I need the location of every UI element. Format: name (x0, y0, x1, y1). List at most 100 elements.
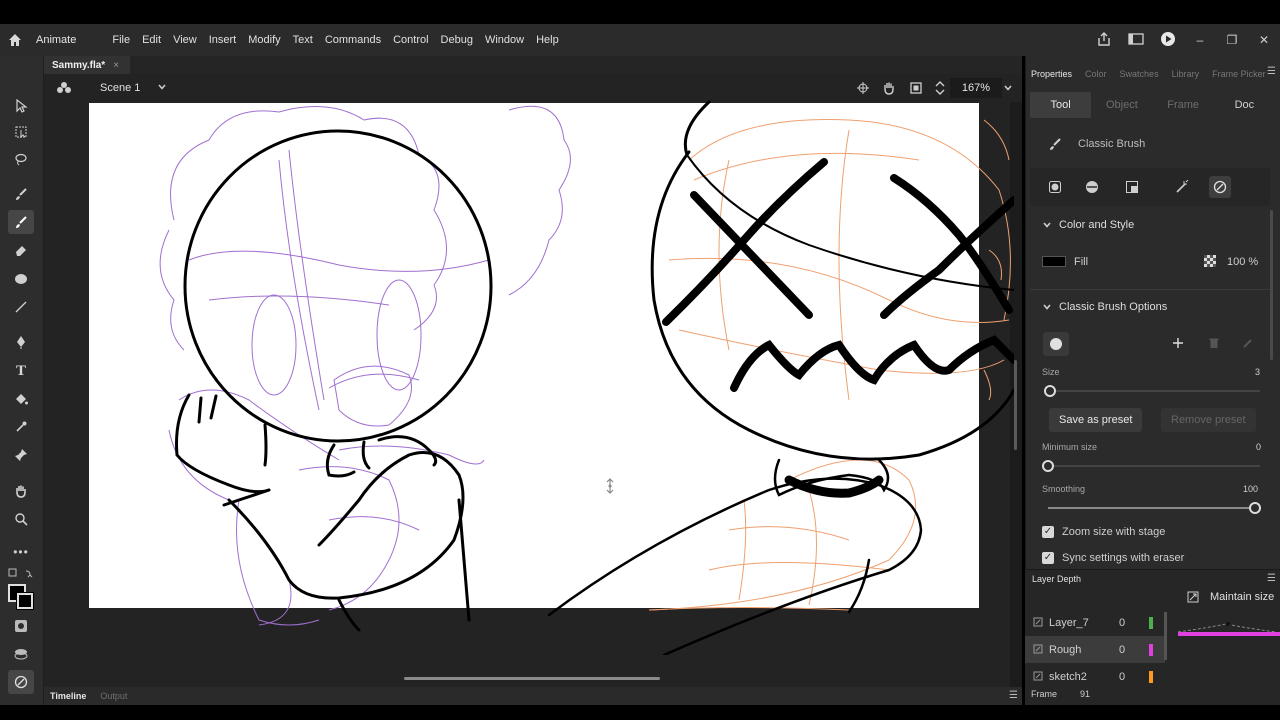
layer-depth-graph[interactable] (1176, 615, 1280, 645)
zoom-level-field[interactable]: 167% (950, 78, 1002, 98)
size-slider-track[interactable] (1050, 390, 1260, 392)
document-tab[interactable]: Sammy.fla* × (44, 56, 130, 74)
properties-menu-icon[interactable]: ☰ (1267, 66, 1276, 77)
min-size-slider-track[interactable] (1048, 465, 1260, 467)
home-icon[interactable] (0, 24, 30, 56)
paint-fills-icon[interactable] (1081, 176, 1103, 198)
menu-commands[interactable]: Commands (319, 34, 387, 46)
sync-eraser-checkbox[interactable]: ✓ (1042, 552, 1054, 564)
scene-icon[interactable] (56, 80, 72, 99)
eyedropper-tool-icon[interactable] (8, 415, 34, 439)
save-preset-button[interactable]: Save as preset (1049, 408, 1143, 432)
eraser-tool-icon[interactable] (8, 238, 34, 262)
clip-content-icon[interactable] (909, 81, 923, 98)
play-icon[interactable] (1160, 31, 1176, 50)
horizontal-scrollbar[interactable] (404, 677, 660, 680)
panel-menu-icon[interactable]: ☰ (1009, 690, 1018, 701)
brush-tool-icon[interactable] (8, 182, 34, 206)
text-tool-icon[interactable]: T (8, 359, 34, 383)
smoothing-value[interactable]: 100 (1243, 484, 1258, 494)
zoom-with-stage-checkbox[interactable]: ✓ (1042, 526, 1054, 538)
scene-dropdown-icon[interactable] (157, 82, 167, 95)
tab-library[interactable]: Library (1172, 69, 1200, 79)
classic-brush-tool-icon[interactable] (8, 210, 34, 234)
center-stage-icon[interactable] (856, 81, 870, 98)
tab-timeline[interactable]: Timeline (50, 691, 86, 701)
zoom-dropdown-icon[interactable] (1003, 83, 1013, 96)
menu-view[interactable]: View (167, 34, 203, 46)
hand-tool-icon[interactable] (8, 479, 34, 503)
min-size-value[interactable]: 0 (1256, 442, 1261, 452)
menu-control[interactable]: Control (387, 34, 434, 46)
stage-artwork[interactable] (89, 100, 1014, 655)
maintain-size-icon[interactable] (1187, 591, 1199, 606)
menu-insert[interactable]: Insert (203, 34, 243, 46)
menu-text[interactable]: Text (287, 34, 319, 46)
add-brush-icon[interactable] (1167, 332, 1189, 354)
line-tool-icon[interactable] (8, 295, 34, 319)
rotation-icon[interactable] (882, 81, 896, 98)
scene-name[interactable]: Scene 1 (100, 82, 140, 94)
zoom-tool-icon[interactable] (8, 507, 34, 531)
vertical-scrollbar[interactable] (1014, 360, 1017, 450)
layer-depth-value[interactable]: 0 (1119, 644, 1139, 656)
size-slider-thumb[interactable] (1044, 385, 1056, 397)
restore-icon[interactable]: ❐ (1224, 33, 1240, 47)
close-window-icon[interactable]: ✕ (1256, 33, 1272, 47)
paint-behind-icon[interactable] (1121, 176, 1143, 198)
color-style-header[interactable]: Color and Style (1059, 219, 1134, 231)
fill-opacity[interactable]: 100 % (1227, 256, 1258, 268)
subtab-tool[interactable]: Tool (1030, 92, 1092, 118)
stage-icon[interactable] (8, 614, 34, 638)
layer-depth-value[interactable]: 0 (1119, 671, 1139, 683)
stroke-fill-swatch[interactable] (8, 584, 36, 612)
frame-value[interactable]: 91 (1080, 689, 1090, 699)
menu-edit[interactable]: Edit (136, 34, 167, 46)
share-icon[interactable] (1096, 31, 1112, 50)
subtab-doc[interactable]: Doc (1214, 99, 1275, 111)
maintain-size-label[interactable]: Maintain size (1210, 591, 1274, 603)
close-tab-icon[interactable]: × (113, 60, 119, 71)
menu-modify[interactable]: Modify (242, 34, 286, 46)
oval-tool-icon[interactable] (8, 267, 34, 291)
menu-help[interactable]: Help (530, 34, 565, 46)
layer-depth-icon[interactable] (8, 642, 34, 666)
camera-tool-icon[interactable] (8, 670, 34, 694)
brush-shape-icon[interactable] (1043, 332, 1069, 356)
color-style-chevron-icon[interactable] (1042, 220, 1052, 232)
menu-window[interactable]: Window (479, 34, 530, 46)
minimize-icon[interactable]: – (1192, 33, 1208, 47)
tab-frame-picker[interactable]: Frame Picker (1212, 69, 1266, 79)
tab-color[interactable]: Color (1085, 69, 1107, 79)
layer-row-sketch2[interactable]: sketch2 0 (1025, 663, 1165, 690)
paint-bucket-tool-icon[interactable] (8, 387, 34, 411)
subtab-frame[interactable]: Frame (1153, 99, 1214, 111)
zoom-stepper-icon[interactable] (934, 79, 946, 100)
brush-options-header[interactable]: Classic Brush Options (1059, 301, 1167, 313)
subtab-object[interactable]: Object (1091, 99, 1152, 111)
free-transform-tool-icon[interactable] (8, 120, 34, 144)
pen-tool-icon[interactable] (8, 330, 34, 354)
smoothing-slider-track[interactable] (1048, 507, 1255, 509)
min-size-slider-thumb[interactable] (1042, 460, 1054, 472)
more-tools-icon[interactable]: ••• (8, 540, 34, 564)
brush-options-chevron-icon[interactable] (1042, 302, 1052, 314)
tilt-icon[interactable] (1209, 176, 1231, 198)
selection-tool-icon[interactable] (8, 94, 34, 118)
layer-list-scrollbar[interactable] (1164, 612, 1167, 660)
paint-normal-icon[interactable] (1044, 176, 1066, 198)
tab-properties[interactable]: Properties (1031, 69, 1072, 79)
layer-row-layer-7[interactable]: Layer_7 0 (1025, 609, 1165, 636)
menu-file[interactable]: File (106, 34, 136, 46)
workspace-icon[interactable] (1128, 32, 1144, 49)
tab-output[interactable]: Output (100, 691, 127, 701)
menu-debug[interactable]: Debug (435, 34, 479, 46)
lasso-tool-icon[interactable] (8, 148, 34, 172)
layer-depth-menu-icon[interactable]: ☰ (1267, 573, 1276, 584)
color-swap-icon[interactable] (8, 568, 36, 583)
pin-tool-icon[interactable] (8, 443, 34, 467)
fill-color-swatch[interactable] (1042, 256, 1066, 267)
pressure-icon[interactable] (1171, 176, 1193, 198)
layer-row-rough[interactable]: Rough 0 (1025, 636, 1165, 663)
layer-depth-value[interactable]: 0 (1119, 617, 1139, 629)
